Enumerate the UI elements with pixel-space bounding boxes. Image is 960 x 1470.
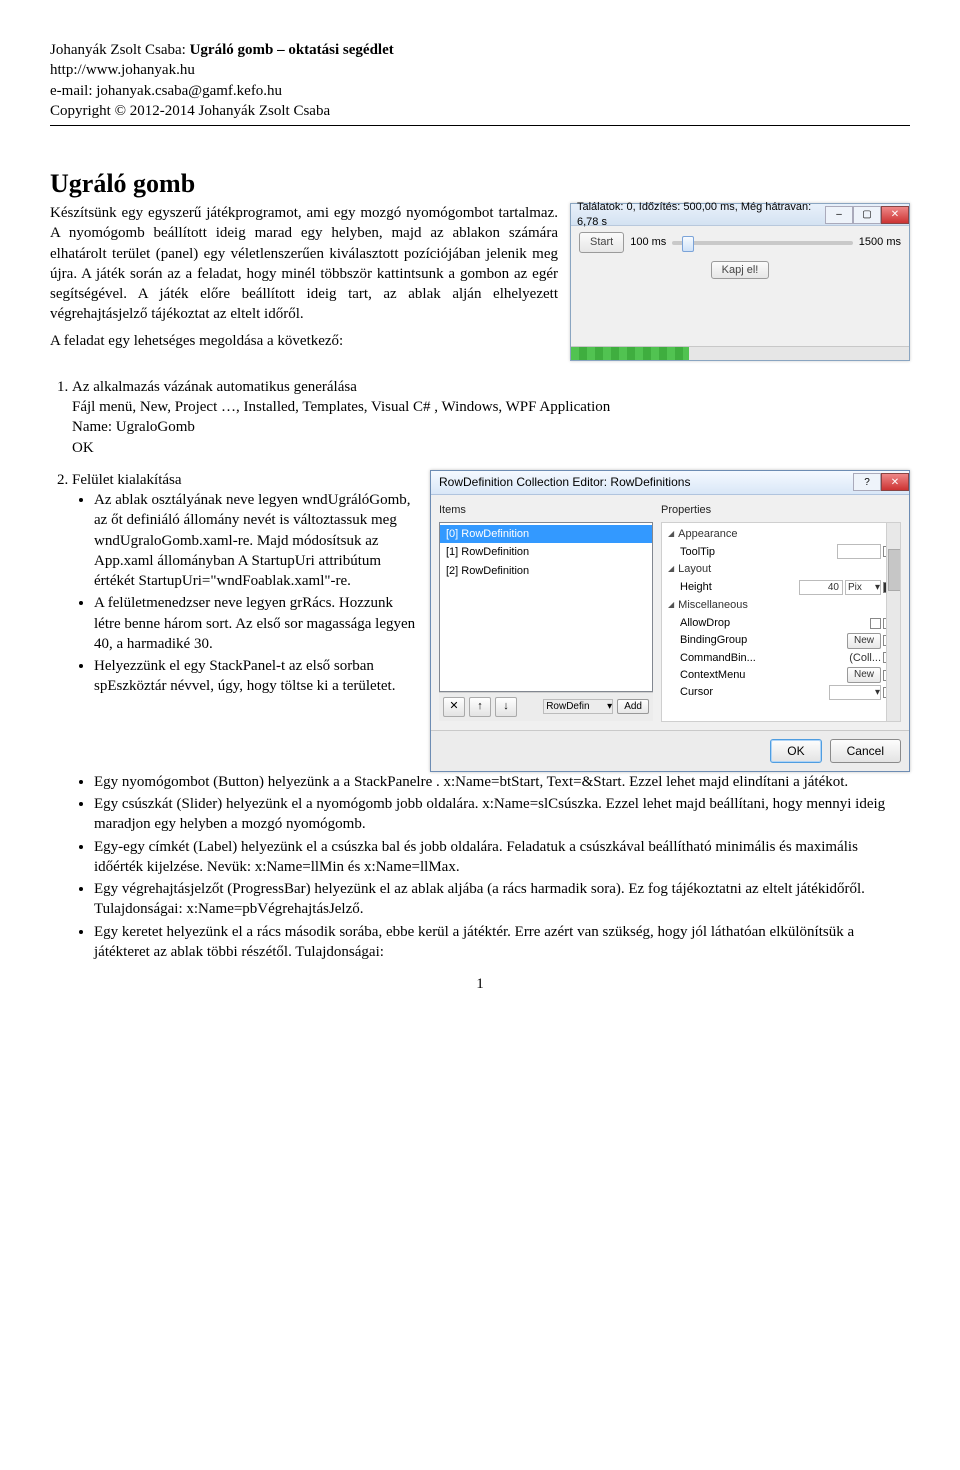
new-button[interactable]: New (847, 633, 881, 649)
allowdrop-label: AllowDrop (680, 616, 730, 631)
height-unit-text: Pix (848, 581, 862, 595)
commandbin-label: CommandBin... (680, 651, 756, 666)
chevron-down-icon: ▾ (875, 686, 880, 700)
group-misc[interactable]: Miscellaneous (664, 596, 898, 615)
items-toolbar: ✕ ↑ ↓ RowDefin ▾ Add (439, 692, 653, 721)
bullet-4: Egy nyomógombot (Button) helyezünk a a S… (94, 772, 910, 792)
min-label: 100 ms (630, 235, 666, 250)
items-header: Items (439, 503, 653, 518)
step1-line3: Name: UgraloGomb (72, 419, 195, 435)
prop-allowdrop: AllowDrop (664, 615, 898, 632)
move-up-button[interactable]: ↑ (469, 697, 491, 717)
start-button[interactable]: Start (579, 232, 624, 253)
step2-title: Felület kialakítása (72, 472, 182, 488)
list-item[interactable]: [1] RowDefinition (440, 543, 652, 562)
author-title: Johanyák Zsolt Csaba: Ugráló gomb – okta… (50, 40, 910, 60)
prop-height: Height 40 Pix ▾ (664, 579, 898, 596)
cancel-button[interactable]: Cancel (830, 739, 901, 763)
step2-bullets-left: Az ablak osztályának neve legyen wndUgrá… (72, 490, 416, 697)
bullet-7: Egy végrehajtásjelzőt (ProgressBar) hely… (94, 879, 910, 920)
dialog-footer: OK Cancel (431, 730, 909, 771)
move-down-button[interactable]: ↓ (495, 697, 517, 717)
chevron-down-icon: ▾ (875, 581, 880, 595)
header-copyright: Copyright © 2012-2014 Johanyák Zsolt Csa… (50, 101, 910, 121)
step1-line2: Fájl menü, New, Project …, Installed, Te… (72, 399, 610, 415)
dialog-window-buttons: ? ✕ (853, 473, 909, 491)
bullet-1: Az ablak osztályának neve legyen wndUgrá… (94, 490, 416, 591)
play-area: Kapj el! (571, 259, 909, 286)
type-combo[interactable]: RowDefin ▾ (543, 699, 613, 714)
header-email: e-mail: johanyak.csaba@gamf.kefo.hu (50, 81, 910, 101)
chevron-down-icon: ▾ (607, 700, 612, 714)
window-buttons: – ▢ ✕ (825, 206, 909, 224)
header-url: http://www.johanyak.hu (50, 60, 910, 80)
app-window-titlebar: Találatok: 0, Időzítés: 500,00 ms, Még h… (571, 204, 909, 226)
step1-line1: Az alkalmazás vázának automatikus generá… (72, 379, 357, 395)
dialog-titlebar: RowDefinition Collection Editor: RowDefi… (431, 471, 909, 495)
bullet-3: Helyezzünk el egy StackPanel-t az első s… (94, 656, 416, 697)
list-item[interactable]: [2] RowDefinition (440, 562, 652, 581)
prop-tooltip: ToolTip (664, 543, 898, 560)
contextmenu-label: ContextMenu (680, 668, 745, 683)
app-window: Találatok: 0, Időzítés: 500,00 ms, Még h… (570, 203, 910, 361)
commandbin-value[interactable]: (Coll... (849, 651, 881, 666)
ordered-steps: Az alkalmazás vázának automatikus generá… (50, 377, 910, 962)
step2-bullets-full: Egy nyomógombot (Button) helyezünk a a S… (72, 772, 910, 962)
bullet-5: Egy csúszkát (Slider) helyezünk el a nyo… (94, 794, 910, 835)
page-title: Ugráló gomb (50, 166, 910, 201)
help-icon[interactable]: ? (853, 473, 881, 491)
max-label: 1500 ms (859, 235, 901, 250)
checkbox[interactable] (870, 618, 881, 629)
close-icon[interactable]: ✕ (881, 206, 909, 224)
height-label: Height (680, 580, 712, 595)
prop-bindinggroup: BindingGroup New (664, 632, 898, 650)
toolbar-row: Start 100 ms 1500 ms (571, 226, 909, 259)
step-1: Az alkalmazás vázának automatikus generá… (72, 377, 910, 458)
group-layout[interactable]: Layout (664, 560, 898, 579)
cursor-combo[interactable]: ▾ (829, 685, 881, 700)
items-panel: Items [0] RowDefinition [1] RowDefinitio… (439, 503, 653, 722)
progress-bar (571, 346, 909, 360)
dialog-title: RowDefinition Collection Editor: RowDefi… (439, 474, 690, 490)
prop-cursor: Cursor ▾ (664, 684, 898, 701)
properties-panel: Properties Appearance ToolTip Layout Hei… (661, 503, 901, 722)
cursor-label: Cursor (680, 685, 713, 700)
app-window-title: Találatok: 0, Időzítés: 500,00 ms, Még h… (577, 200, 825, 230)
list-item[interactable]: [0] RowDefinition (440, 525, 652, 544)
prop-contextmenu: ContextMenu New (664, 666, 898, 684)
page-header: Johanyák Zsolt Csaba: Ugráló gomb – okta… (50, 40, 910, 126)
prop-commandbindings: CommandBin... (Coll... (664, 650, 898, 667)
scrollbar[interactable] (886, 523, 900, 721)
ok-button[interactable]: OK (770, 739, 821, 763)
add-button[interactable]: Add (617, 699, 649, 715)
catch-button[interactable]: Kapj el! (711, 261, 770, 279)
tooltip-input[interactable] (837, 544, 881, 559)
new-button[interactable]: New (847, 667, 881, 683)
bindinggroup-label: BindingGroup (680, 633, 747, 648)
items-listbox[interactable]: [0] RowDefinition [1] RowDefinition [2] … (439, 522, 653, 692)
author: Johanyák Zsolt Csaba: Ugráló gomb – okta… (50, 42, 394, 58)
maximize-icon[interactable]: ▢ (853, 206, 881, 224)
bullet-8: Egy keretet helyezünk el a rács második … (94, 922, 910, 963)
collection-editor-dialog: RowDefinition Collection Editor: RowDefi… (430, 470, 910, 772)
intro-paragraph-2: A feladat egy lehetséges megoldása a köv… (50, 331, 558, 351)
intro-paragraph-1: Készítsünk egy egyszerű játékprogramot, … (50, 203, 558, 325)
minimize-icon[interactable]: – (825, 206, 853, 224)
property-grid[interactable]: Appearance ToolTip Layout Height 40 Pix (661, 522, 901, 722)
type-combo-text: RowDefin (546, 700, 589, 714)
delay-slider[interactable] (672, 241, 852, 245)
bullet-6: Egy-egy címkét (Label) helyezünk el a cs… (94, 837, 910, 878)
page-number: 1 (50, 974, 910, 994)
properties-header: Properties (661, 503, 901, 518)
step1-line4: OK (72, 440, 94, 456)
group-appearance[interactable]: Appearance (664, 525, 898, 544)
dialog-close-icon[interactable]: ✕ (881, 473, 909, 491)
bullet-2: A felületmenedzser neve legyen grRács. H… (94, 593, 416, 654)
height-unit-combo[interactable]: Pix ▾ (845, 580, 881, 595)
height-input[interactable]: 40 (799, 580, 843, 595)
step-2: Felület kialakítása Az ablak osztályának… (72, 470, 910, 962)
tooltip-label: ToolTip (680, 545, 715, 560)
delete-button[interactable]: ✕ (443, 697, 465, 717)
